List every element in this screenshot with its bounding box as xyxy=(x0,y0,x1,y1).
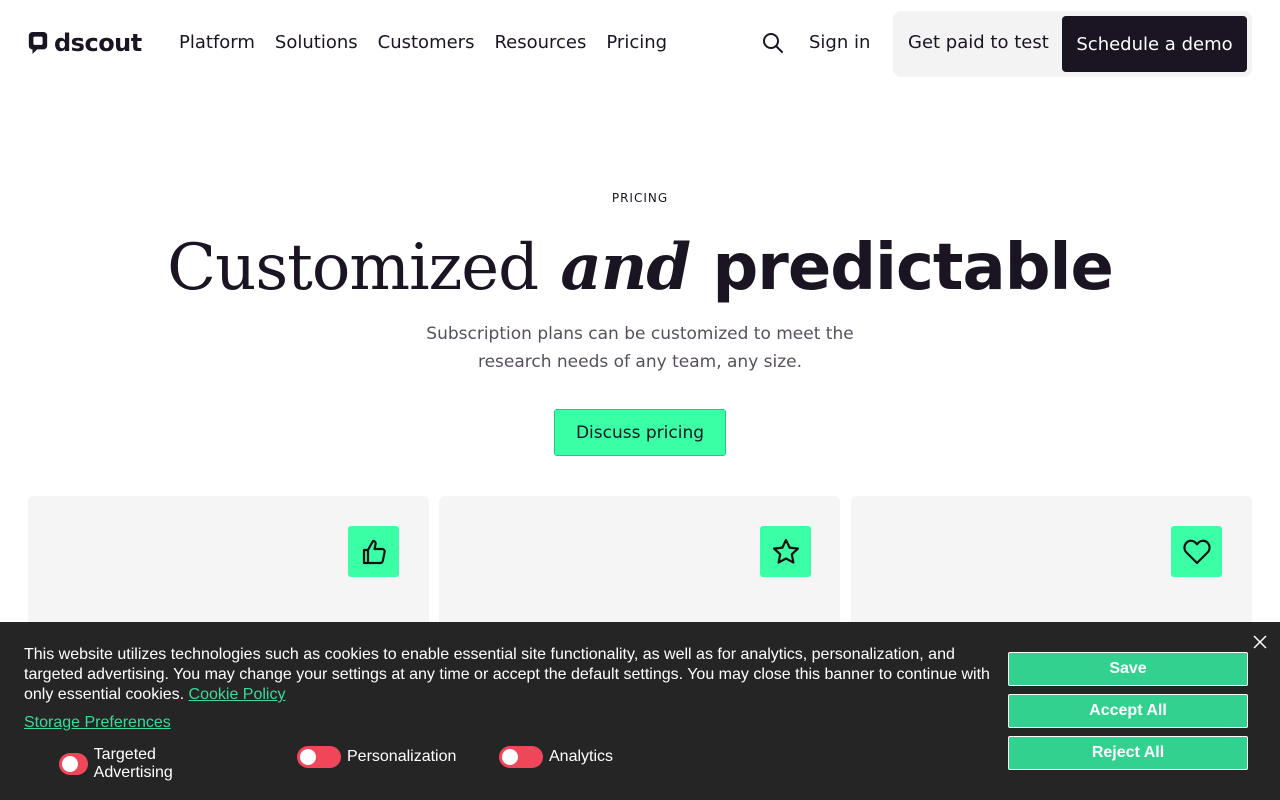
star-icon xyxy=(760,526,811,577)
get-paid-link[interactable]: Get paid to test xyxy=(908,32,1049,54)
toggle-knob xyxy=(300,749,316,765)
personalization-toggle[interactable] xyxy=(297,746,341,768)
toggle-label: Analytics xyxy=(549,748,614,765)
sign-in-link[interactable]: Sign in xyxy=(809,32,870,54)
page-title: Customized and predictable xyxy=(0,228,1280,308)
close-icon[interactable] xyxy=(1252,634,1268,650)
headline-part-customized: Customized xyxy=(167,231,539,305)
cookie-policy-link[interactable]: Cookie Policy xyxy=(189,686,286,703)
nav-platform[interactable]: Platform xyxy=(179,32,255,54)
analytics-toggle[interactable] xyxy=(499,746,543,768)
eyebrow-label: PRICING xyxy=(611,191,669,205)
headline-part-predictable: predictable xyxy=(712,231,1113,305)
logo-icon xyxy=(28,32,48,54)
logo-text: dscout xyxy=(54,29,142,57)
headline-part-and: and xyxy=(560,230,691,305)
heart-icon xyxy=(1171,526,1222,577)
reject-all-button[interactable]: Reject All xyxy=(1008,736,1248,770)
toggle-targeted-advertising-group: Targeted Advertising xyxy=(59,746,188,782)
site-header: dscout Platform Solutions Customers Reso… xyxy=(0,0,1280,88)
nav-solutions[interactable]: Solutions xyxy=(275,32,358,54)
cookie-description: This website utilizes technologies such … xyxy=(24,645,999,705)
logo[interactable]: dscout xyxy=(28,30,142,56)
schedule-demo-button[interactable]: Schedule a demo xyxy=(1062,16,1247,72)
header-cta-group: Get paid to test Schedule a demo xyxy=(893,11,1252,77)
main-nav: Platform Solutions Customers Resources P… xyxy=(179,32,687,54)
discuss-pricing-button[interactable]: Discuss pricing xyxy=(554,409,726,456)
accept-all-button[interactable]: Accept All xyxy=(1008,694,1248,728)
cookie-text: This website utilizes technologies such … xyxy=(24,646,990,703)
toggle-label: Targeted Advertising xyxy=(93,746,173,781)
search-icon[interactable] xyxy=(762,32,784,54)
thumbs-up-icon xyxy=(348,526,399,577)
storage-preferences-link[interactable]: Storage Preferences xyxy=(24,713,171,733)
toggle-label: Personalization xyxy=(347,748,457,765)
nav-pricing[interactable]: Pricing xyxy=(606,32,667,54)
targeted-advertising-toggle[interactable] xyxy=(59,753,88,775)
toggle-analytics-group: Analytics xyxy=(499,746,613,768)
toggle-knob xyxy=(62,756,78,772)
nav-customers[interactable]: Customers xyxy=(378,32,475,54)
cookie-banner: This website utilizes technologies such … xyxy=(0,622,1280,800)
hero-subtext: Subscription plans can be customized to … xyxy=(426,324,854,372)
save-button[interactable]: Save xyxy=(1008,652,1248,686)
nav-resources[interactable]: Resources xyxy=(494,32,586,54)
toggle-knob xyxy=(502,749,518,765)
toggle-personalization-group: Personalization xyxy=(297,746,456,768)
